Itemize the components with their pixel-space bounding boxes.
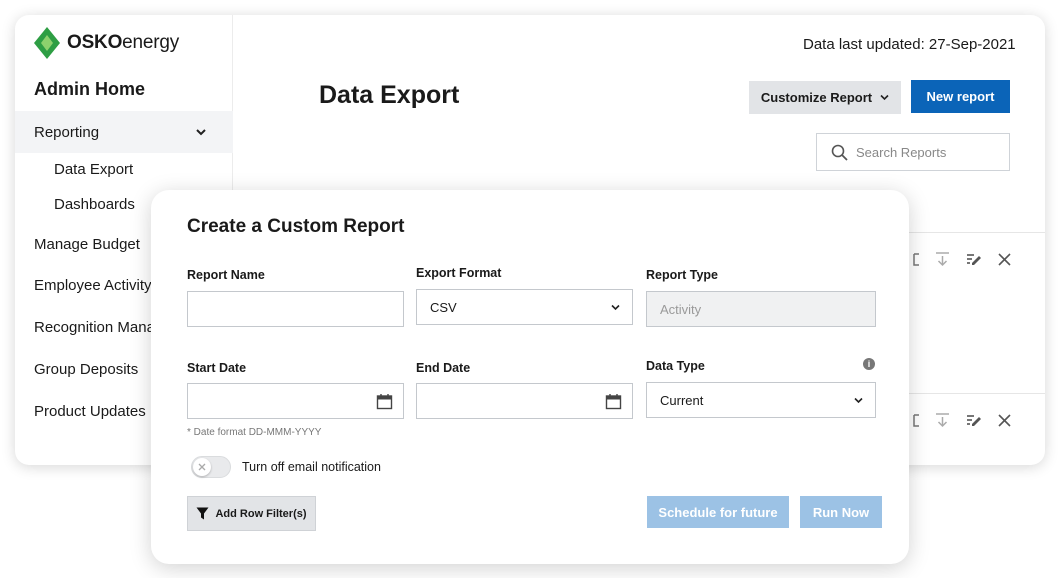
search-box[interactable] (816, 133, 1010, 171)
chevron-down-icon (196, 129, 206, 136)
sidebar-item-dashboards[interactable]: Dashboards (54, 196, 135, 213)
sidebar-item-reporting[interactable]: Reporting (15, 111, 233, 153)
customize-report-label: Customize Report (760, 90, 873, 105)
add-row-filter-button[interactable]: Add Row Filter(s) (187, 496, 316, 531)
sidebar-item-data-export[interactable]: Data Export (54, 161, 133, 178)
run-now-button[interactable]: Run Now (800, 496, 882, 528)
sidebar-item-manage-budget[interactable]: Manage Budget (34, 236, 140, 253)
sidebar-title: Admin Home (34, 79, 146, 99)
new-report-button[interactable]: New report (911, 80, 1010, 113)
row-divider (895, 393, 1045, 394)
search-input[interactable] (856, 144, 996, 160)
sidebar-item-label: Reporting (34, 123, 100, 141)
end-date-field[interactable] (416, 383, 633, 419)
report-type-label: Report Type (646, 268, 718, 282)
close-icon (198, 463, 206, 471)
calendar-icon[interactable] (605, 393, 622, 410)
data-type-value: Current (660, 392, 704, 408)
sidebar-item-product-updates[interactable]: Product Updates (34, 403, 146, 420)
data-type-select[interactable]: Current (646, 382, 876, 418)
chevron-down-icon (854, 397, 863, 404)
report-name-label: Report Name (187, 268, 265, 282)
page-title: Data Export (319, 81, 460, 109)
info-icon[interactable]: i (863, 358, 875, 370)
row-actions (903, 412, 1013, 429)
logo-text: OSKOenergy (67, 32, 180, 53)
row-actions (903, 251, 1013, 268)
export-format-label: Export Format (416, 266, 502, 280)
report-type-field: Activity (646, 291, 876, 327)
dialog-title: Create a Custom Report (187, 216, 405, 237)
download-icon[interactable] (934, 251, 951, 268)
close-icon[interactable] (996, 412, 1013, 429)
export-format-select[interactable]: CSV (416, 289, 633, 325)
row-divider (895, 232, 1045, 233)
download-icon[interactable] (934, 412, 951, 429)
edit-icon[interactable] (965, 251, 982, 268)
sidebar-item-recognition[interactable]: Recognition Mana (34, 319, 155, 336)
chevron-down-icon (611, 304, 620, 311)
data-type-label: Data Type (646, 359, 705, 373)
schedule-for-future-button[interactable]: Schedule for future (647, 496, 789, 528)
customize-report-button[interactable]: Customize Report (749, 81, 901, 114)
start-date-label: Start Date (187, 361, 247, 375)
logo-icon (34, 27, 60, 59)
last-updated-text: Data last updated: 27-Sep-2021 (803, 36, 1016, 53)
add-row-filter-label: Add Row Filter(s) (215, 507, 307, 520)
logo[interactable]: OSKOenergy (33, 26, 179, 60)
chevron-down-icon (880, 94, 889, 101)
end-date-label: End Date (416, 361, 471, 375)
screen: OSKOenergy Admin Home Reporting Data Exp… (0, 0, 1060, 578)
sidebar-item-employee-activity[interactable]: Employee Activity (34, 277, 152, 294)
search-icon (831, 144, 848, 161)
sidebar-item-group-deposits[interactable]: Group Deposits (34, 361, 138, 378)
custom-report-dialog: Create a Custom Report Report Name Expor… (151, 190, 909, 564)
export-format-value: CSV (430, 299, 457, 315)
report-name-field[interactable] (187, 291, 404, 327)
calendar-icon[interactable] (376, 393, 393, 410)
date-format-hint: * Date format DD-MMM-YYYY (187, 427, 322, 438)
email-notification-label: Turn off email notification (242, 460, 381, 474)
start-date-field[interactable] (187, 383, 404, 419)
close-icon[interactable] (996, 251, 1013, 268)
filter-icon (196, 507, 209, 520)
toggle-knob (193, 458, 211, 476)
email-notification-toggle[interactable] (191, 456, 231, 478)
edit-icon[interactable] (965, 412, 982, 429)
